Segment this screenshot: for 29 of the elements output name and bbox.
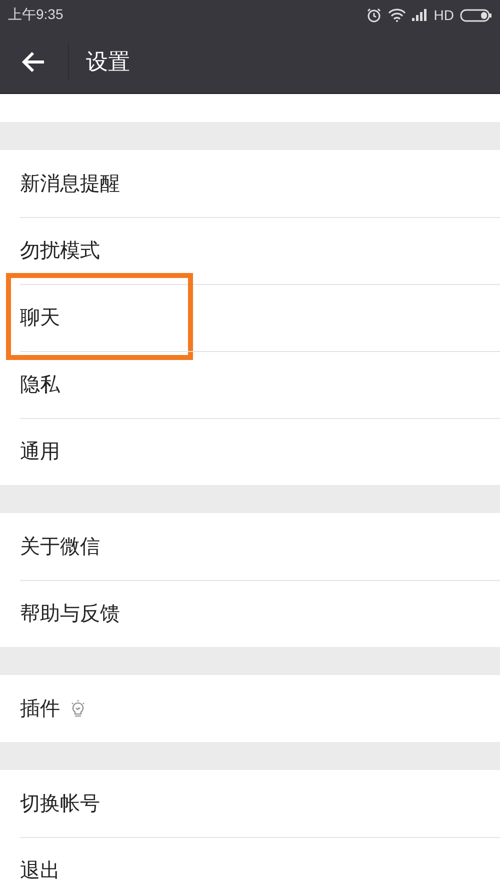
settings-item[interactable]: 关于微信	[0, 513, 500, 580]
wifi-icon	[388, 8, 406, 22]
item-label: 新消息提醒	[20, 170, 120, 197]
settings-item[interactable]: 退出	[0, 837, 500, 889]
settings-item[interactable]: 新消息提醒	[0, 150, 500, 217]
settings-item[interactable]: 隐私	[0, 351, 500, 418]
settings-item[interactable]: 插件	[0, 675, 500, 742]
item-label: 切换帐号	[20, 790, 100, 817]
item-label: 聊天	[20, 304, 60, 331]
clock-time: 上午9:35	[8, 6, 64, 24]
battery-icon	[460, 8, 492, 22]
item-label: 关于微信	[20, 533, 100, 560]
network-type: HD	[434, 7, 454, 23]
alarm-icon	[366, 7, 382, 23]
item-label: 插件	[20, 695, 60, 722]
item-label: 隐私	[20, 371, 60, 398]
settings-item[interactable]: 切换帐号	[0, 770, 500, 837]
page-title: 设置	[86, 48, 130, 76]
settings-item[interactable]: 通用	[0, 418, 500, 485]
item-label: 退出	[20, 857, 60, 884]
item-label: 通用	[20, 438, 60, 465]
back-arrow-icon[interactable]	[22, 50, 46, 72]
settings-item[interactable]: 勿扰模式	[0, 217, 500, 284]
settings-item[interactable]: 聊天	[0, 284, 500, 351]
lightbulb-icon	[70, 700, 86, 718]
settings-item[interactable]: 帮助与反馈	[0, 580, 500, 647]
item-label: 帮助与反馈	[20, 600, 120, 627]
item-label: 勿扰模式	[20, 237, 100, 264]
signal-icon	[412, 9, 428, 21]
